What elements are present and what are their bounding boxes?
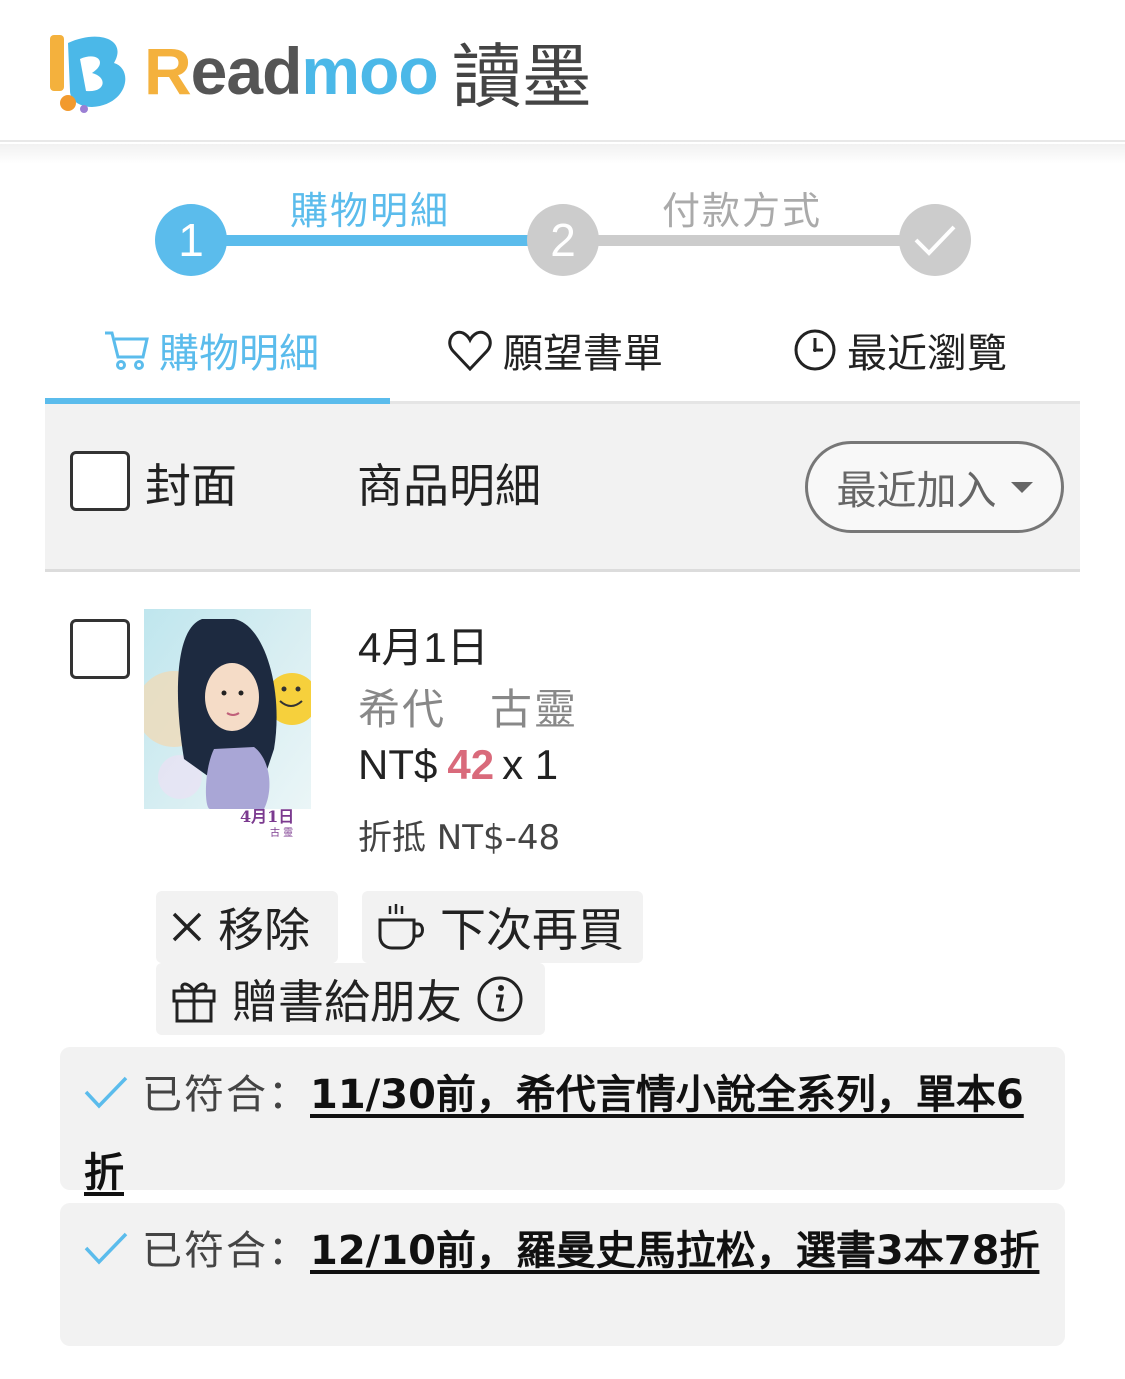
item-price: NT$ 42 x 1	[358, 741, 558, 789]
wordmark-r: R	[144, 34, 192, 108]
tab-cart-label: 購物明細	[159, 331, 319, 377]
gift-icon	[170, 975, 218, 1023]
cart-table-header: 封面 商品明細 最近加入	[45, 404, 1080, 572]
price-amount: 42	[447, 741, 495, 788]
item-select-checkbox[interactable]	[70, 619, 130, 679]
sort-dropdown[interactable]: 最近加入	[805, 441, 1064, 533]
tab-wishlist[interactable]: 願望書單	[447, 300, 663, 400]
checkout-stepper: 購物明細 付款方式 1 2	[0, 170, 1125, 290]
promotion-notice: 已符合：12/10前，羅曼史馬拉松，選書3本78折	[60, 1203, 1065, 1346]
gift-to-friend-button[interactable]: 贈書給朋友	[156, 963, 545, 1035]
sort-dropdown-label: 最近加入	[836, 468, 997, 514]
book-cover-image[interactable]: 4月1日 古 靈	[144, 609, 311, 846]
chevron-down-icon	[1010, 481, 1033, 493]
cart-icon	[103, 329, 149, 371]
item-discount: 折抵 NT$-48	[358, 818, 561, 858]
wordmark-ead: ead	[190, 34, 303, 108]
cart-tabs: 購物明細 願望書單 最近瀏覽	[45, 300, 1080, 404]
check-icon	[914, 225, 956, 256]
item-author: 希代 古靈	[358, 685, 579, 734]
book-cover-author: 古 靈	[270, 828, 294, 839]
tab-recent[interactable]: 最近瀏覽	[793, 300, 1007, 400]
tab-wishlist-label: 願望書單	[503, 331, 663, 377]
promotion-status-label: 已符合：	[142, 1228, 310, 1274]
close-icon	[170, 910, 204, 944]
check-icon	[84, 1059, 128, 1135]
remove-button-label: 移除	[218, 903, 310, 957]
readmoo-logo-icon	[48, 29, 140, 113]
wordmark-moo: moo	[301, 34, 438, 108]
brand-chinese-name: 讀墨	[451, 35, 592, 118]
item-quantity: x 1	[502, 741, 559, 788]
gift-button-label: 贈書給朋友	[232, 975, 462, 1029]
remove-button[interactable]: 移除	[156, 891, 338, 963]
step-label-payment: 付款方式	[662, 189, 823, 233]
step-3-circle	[899, 204, 971, 276]
step-connector-1	[220, 235, 532, 246]
readmoo-logo[interactable]: Read moo 讀墨	[48, 26, 592, 118]
coffee-cup-icon	[376, 902, 426, 952]
step-label-cart: 購物明細	[290, 189, 451, 233]
tab-recent-label: 最近瀏覽	[847, 331, 1007, 377]
buy-later-button[interactable]: 下次再買	[362, 891, 643, 963]
clock-icon	[793, 328, 837, 372]
header-divider	[0, 144, 1125, 164]
step-connector-2	[592, 235, 904, 246]
step-2-circle: 2	[527, 204, 599, 276]
promotion-link[interactable]: 12/10前，羅曼史馬拉松，選書3本78折	[310, 1228, 1039, 1274]
select-all-checkbox[interactable]	[70, 451, 130, 511]
readmoo-wordmark: Read moo	[144, 33, 439, 109]
item-title[interactable]: 4月1日	[358, 614, 489, 675]
column-cover-label: 封面	[145, 459, 237, 513]
step-1-circle: 1	[155, 204, 227, 276]
check-icon	[84, 1215, 128, 1291]
heart-icon	[447, 329, 493, 371]
buy-later-button-label: 下次再買	[440, 903, 624, 957]
promotion-status-label: 已符合：	[142, 1072, 310, 1118]
info-icon[interactable]	[476, 975, 524, 1023]
price-currency: NT$	[358, 741, 438, 788]
promotion-notice: 已符合：11/30前，希代言情小說全系列，單本6折	[60, 1047, 1065, 1196]
column-detail-label: 商品明細	[357, 459, 541, 513]
tab-cart[interactable]: 購物明細	[103, 300, 319, 400]
site-header: Read moo 讀墨	[0, 0, 1125, 142]
